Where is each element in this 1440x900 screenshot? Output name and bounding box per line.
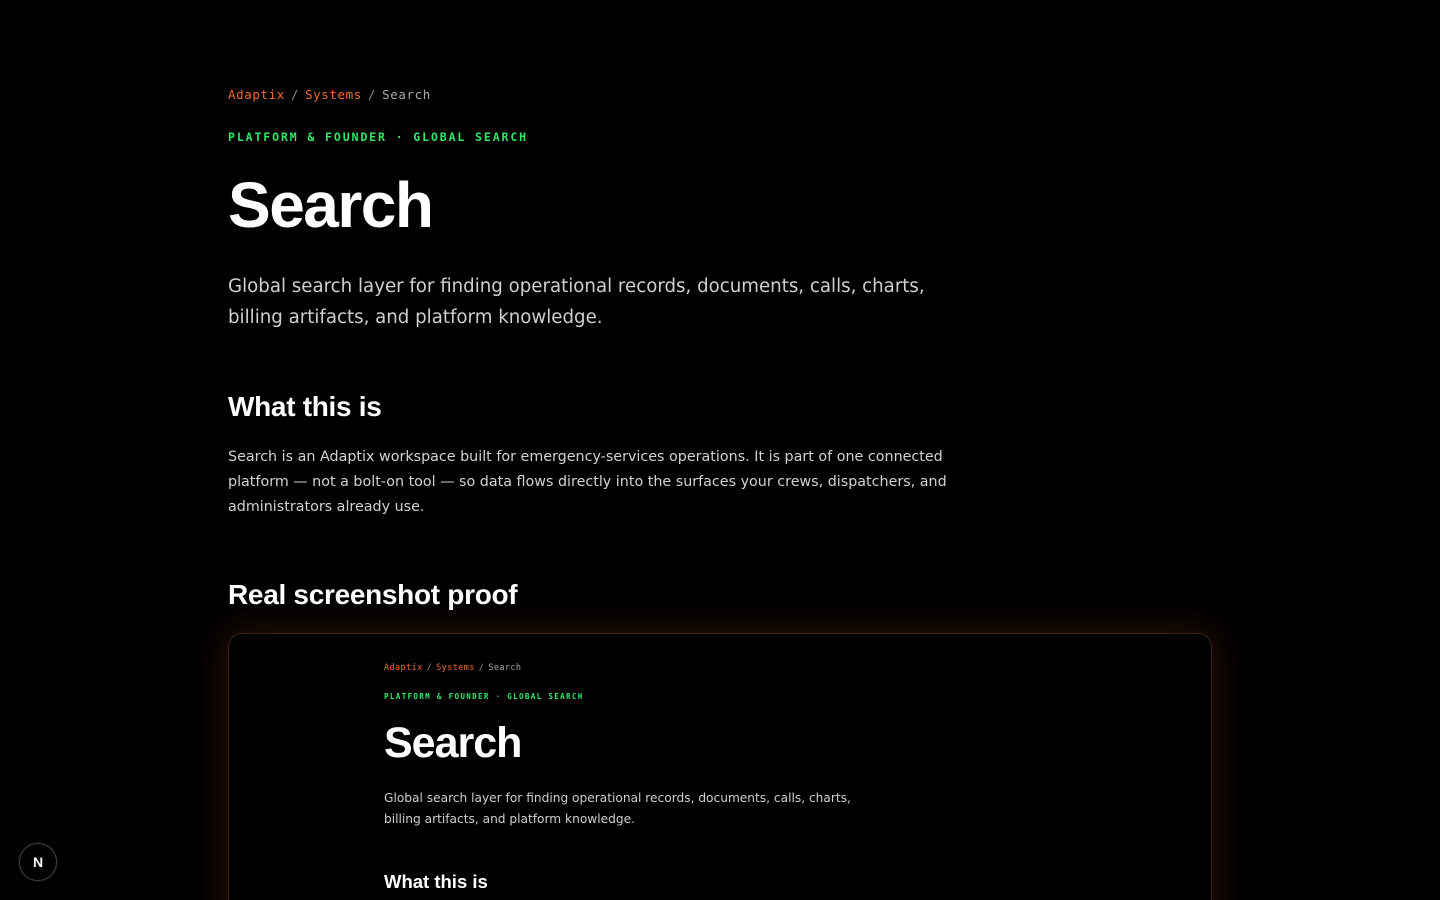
screenshot-breadcrumb-current: Search: [488, 663, 522, 673]
breadcrumb-separator: /: [367, 87, 377, 102]
section-heading-screenshot-proof: Real screenshot proof: [228, 579, 518, 610]
page-title: Search: [228, 169, 434, 241]
screenshot-breadcrumb-adaptix: Adaptix: [384, 663, 423, 673]
breadcrumb-link-adaptix[interactable]: Adaptix: [228, 87, 285, 102]
screenshot-breadcrumb-separator: /: [426, 663, 433, 673]
breadcrumb-current: Search: [382, 87, 431, 102]
screenshot-breadcrumb-separator: /: [478, 663, 485, 673]
dev-badge-label: N: [32, 854, 44, 870]
page-lede: Global search layer for finding operatio…: [228, 276, 925, 328]
screenshot-page-lede: Global search layer for finding operatio…: [384, 791, 851, 826]
section-body-what-this-is: Search is an Adaptix workspace built for…: [228, 449, 947, 515]
section-heading-what-this-is: What this is: [228, 391, 382, 422]
screenshot-breadcrumb: Adaptix / Systems / Search: [384, 662, 521, 674]
nextjs-logo-icon[interactable]: N: [19, 843, 57, 881]
breadcrumb: Adaptix / Systems / Search: [228, 87, 431, 103]
screenshot-page-title: Search: [384, 719, 522, 767]
breadcrumb-separator: /: [290, 87, 300, 102]
screenshot-breadcrumb-systems: Systems: [436, 663, 475, 673]
screenshot-eyebrow-label: PLATFORM & FOUNDER · GLOBAL SEARCH: [384, 692, 584, 701]
breadcrumb-link-systems[interactable]: Systems: [305, 87, 362, 102]
screenshot-proof-frame: Adaptix / Systems / Search PLATFORM & FOUNDE…: [228, 633, 1212, 900]
screenshot-section-heading: What this is: [384, 871, 488, 892]
eyebrow-label: PLATFORM & FOUNDER · GLOBAL SEARCH: [228, 130, 529, 144]
